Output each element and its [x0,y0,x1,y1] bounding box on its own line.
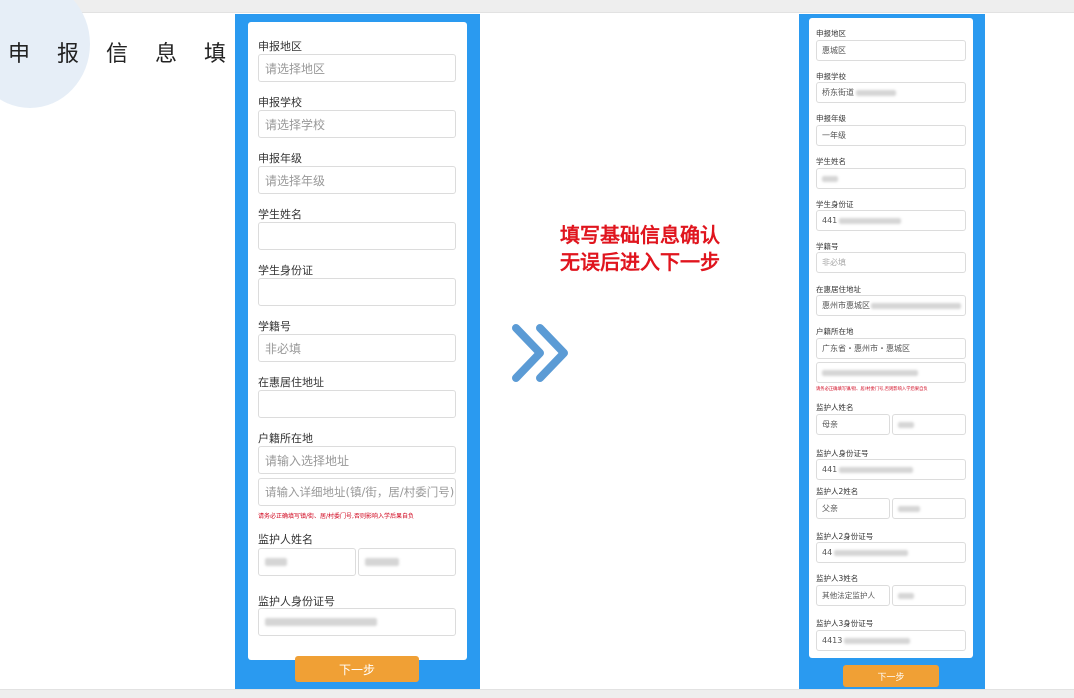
region-select[interactable]: 请选择地区 [258,54,456,82]
region-label: 申报地区 [816,29,846,38]
grade-select[interactable]: 请选择年级 [258,166,456,194]
school-label: 申报学校 [816,72,846,81]
guardian-name-input[interactable] [892,414,966,435]
school-label: 申报学校 [258,96,302,109]
guardian-id-label: 监护人身份证号 [258,595,335,608]
guardian-id-input[interactable]: 441 [816,459,966,480]
hukou-detail-input[interactable]: 请输入详细地址(镇/街，居/村委门号) [258,478,456,506]
school-select[interactable]: 请选择学校 [258,110,456,138]
address-input[interactable] [258,390,456,418]
student-name-input[interactable] [258,222,456,250]
guardian3-relation-input[interactable]: 其他法定监护人 [816,585,890,606]
empty-form-screenshot: 申报地区 请选择地区 申报学校 请选择学校 申报年级 请选择年级 学生姓名 学生… [235,14,480,698]
student-id-input[interactable]: 441 [816,210,966,231]
hukou-select[interactable]: 广东省・惠州市・惠城区 [816,338,966,359]
address-label: 在惠居住地址 [816,285,861,294]
hukou-label: 户籍所在地 [258,432,313,445]
guardian3-id-value: 4413 [822,636,843,645]
instruction-note: 填写基础信息确认 无误后进入下一步 [520,222,760,276]
student-id-input[interactable] [258,278,456,306]
instruction-line-2: 无误后进入下一步 [560,250,720,274]
bottom-bar [0,689,1074,698]
student-name-label: 学生姓名 [258,208,302,221]
guardian-name-label: 监护人姓名 [258,533,313,546]
guardian3-id-label: 监护人3身份证号 [816,619,874,628]
region-select[interactable]: 惠城区 [816,40,966,61]
guardian-id-input[interactable] [258,608,456,636]
student-id-value: 441 [822,216,838,225]
guardian-name-input[interactable] [358,548,456,576]
guardian2-id-label: 监护人2身份证号 [816,532,874,541]
school-value: 桥东街道 [822,88,854,97]
hukou-warning: 请务必正确填写镇/街、居/村委门号,否则影响入学后果自负 [816,387,928,392]
grade-label: 申报年级 [258,152,302,165]
next-button[interactable]: 下一步 [295,656,419,682]
guardian3-name-input[interactable] [892,585,966,606]
guardian-name-label: 监护人姓名 [816,403,854,412]
guardian3-name-label: 监护人3姓名 [816,574,859,583]
student-name-label: 学生姓名 [816,157,846,166]
student-no-input[interactable]: 非必填 [258,334,456,362]
guardian-relation-input[interactable] [258,548,356,576]
guardian2-id-value: 44 [822,548,833,557]
guardian2-relation-input[interactable]: 父亲 [816,498,890,519]
grade-select[interactable]: 一年级 [816,125,966,146]
top-bar [0,0,1074,13]
guardian2-name-input[interactable] [892,498,966,519]
form-card: 申报地区 请选择地区 申报学校 请选择学校 申报年级 请选择年级 学生姓名 学生… [248,22,467,660]
student-id-label: 学生身份证 [816,200,854,209]
address-input[interactable]: 惠州市惠城区 [816,295,966,316]
student-no-input[interactable]: 非必填 [816,252,966,273]
school-select[interactable]: 桥东街道 [816,82,966,103]
next-button[interactable]: 下一步 [843,665,939,687]
hukou-warning: 请务必正确填写镇/街、居/村委门号,否则影响入学后果自负 [258,513,414,520]
guardian3-id-input[interactable]: 4413 [816,630,966,651]
hukou-select[interactable]: 请输入选择地址 [258,446,456,474]
student-id-label: 学生身份证 [258,264,313,277]
double-chevron-right-icon [512,324,568,382]
student-no-label: 学籍号 [258,320,291,333]
guardian-relation-input[interactable]: 母亲 [816,414,890,435]
form-card: 申报地区 惠城区 申报学校 桥东街道 申报年级 一年级 学生姓名 学生身份证 4… [809,18,973,658]
region-label: 申报地区 [258,40,302,53]
hukou-label: 户籍所在地 [816,327,854,336]
address-label: 在惠居住地址 [258,376,324,389]
guardian2-id-input[interactable]: 44 [816,542,966,563]
guardian-id-label: 监护人身份证号 [816,449,869,458]
address-value: 惠州市惠城区 [822,301,870,310]
filled-form-screenshot: 申报地区 惠城区 申报学校 桥东街道 申报年级 一年级 学生姓名 学生身份证 4… [799,14,985,698]
guardian2-name-label: 监护人2姓名 [816,487,859,496]
student-name-input[interactable] [816,168,966,189]
hukou-detail-input[interactable] [816,362,966,383]
student-no-label: 学籍号 [816,242,839,251]
guardian-id-value: 441 [822,465,838,474]
grade-label: 申报年级 [816,114,846,123]
instruction-line-1: 填写基础信息确认 [560,223,720,247]
